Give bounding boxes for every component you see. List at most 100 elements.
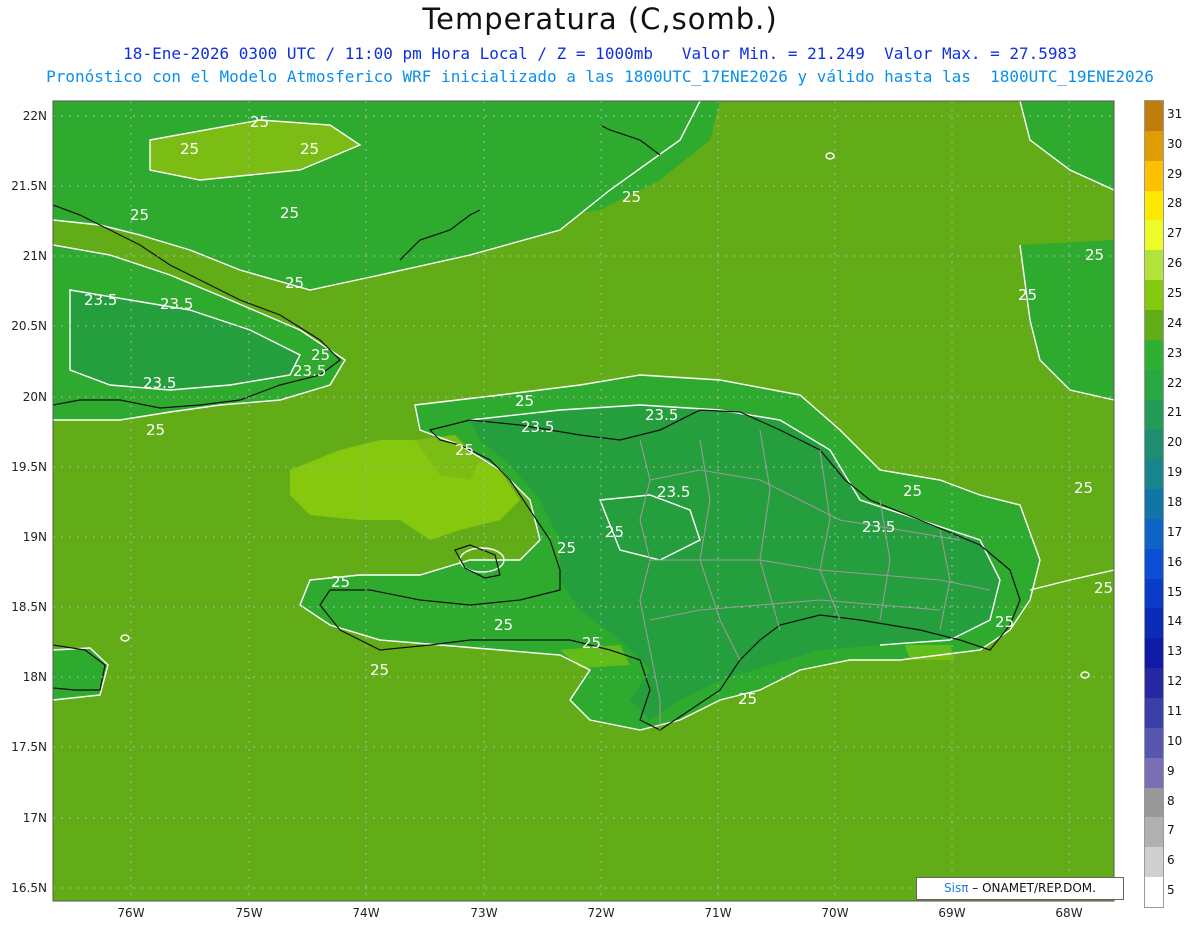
colorbar-label: 7 [1167,823,1175,838]
contour-label: 25 [300,140,319,158]
colorbar-label: 22 [1167,375,1183,390]
colorbar-swatch [1145,877,1163,908]
contour-label: 25 [738,690,757,708]
contour-label: 23.5 [645,406,678,424]
colorbar-swatch [1145,847,1163,878]
credit-box: Sisπ – ONAMET/REP.DOM. [916,877,1124,900]
colorbar-label: 26 [1167,256,1183,271]
colorbar-swatch [1145,518,1163,550]
colorbar-label: 18 [1167,495,1183,509]
colorbar-swatch [1145,668,1163,699]
contour-label: 25 [903,482,922,500]
contour-label: 25 [311,346,330,364]
lat-label: 16.5N [11,881,47,895]
colorbar-label: 23 [1167,345,1183,360]
lon-label: 72W [587,906,614,920]
colorbar-swatch [1145,280,1163,311]
contour-label: 25 [455,441,474,459]
colorbar-swatch [1145,578,1163,609]
contour-label: 25 [1018,286,1037,304]
lon-label: 75W [235,906,262,920]
colorbar-swatch [1145,698,1163,729]
colorbar-label: 12 [1167,674,1183,689]
lat-label: 21N [23,249,47,263]
contour-label: 25 [995,613,1014,631]
contour-label: 25 [605,523,624,541]
colorbar-label: 30 [1167,136,1183,151]
colorbar-swatch [1145,638,1163,669]
colorbar-label: 6 [1167,853,1175,868]
colorbar-swatch [1145,727,1163,759]
contour-label: 25 [180,140,199,158]
colorbar-swatch [1145,548,1163,580]
contour-label: 25 [494,616,513,634]
colorbar-label: 9 [1167,763,1175,778]
colorbar-label: 19 [1167,465,1183,480]
contour-label: 25 [370,661,389,679]
colorbar-label: 31 [1167,106,1183,121]
colorbar-swatch [1145,220,1163,251]
lat-label: 20N [23,390,47,404]
colorbar-label: 25 [1167,286,1183,301]
colorbar-label: 13 [1167,644,1183,659]
colorbar-label: 17 [1167,524,1183,539]
colorbar-swatch [1145,608,1163,639]
contour-label: 23.5 [862,518,895,536]
lat-label: 17N [23,811,47,825]
lat-label: 20.5N [11,319,47,333]
contour-label: 25 [280,204,299,222]
lon-label: 70W [821,906,848,920]
colorbar-swatch [1145,160,1163,192]
colorbar-label: 5 [1167,883,1175,898]
colorbar-swatch [1145,399,1163,430]
lat-label: 18.5N [11,600,47,614]
lon-label: 69W [938,906,965,920]
contour-label: 23.5 [521,418,554,436]
contour-label: 23.5 [657,483,690,501]
colorbar-swatch [1145,787,1163,818]
contour-label: 25 [622,188,641,206]
credit-text: – ONAMET/REP.DOM. [968,881,1096,895]
colorbar-label: 14 [1167,614,1183,629]
colorbar-swatch [1145,101,1163,132]
contour-label: 23.5 [293,362,326,380]
colorbar-label: 24 [1167,315,1183,330]
contour-label: 25 [146,421,165,439]
forecast-map: 25 25 25 25 25 25 25 23.5 23.5 23.5 25 2… [11,100,1115,920]
colorbar-label: 10 [1167,733,1183,748]
lat-label: 22N [23,109,47,123]
lat-label: 18N [23,670,47,684]
colorbar-label: 28 [1167,196,1183,211]
contour-label: 25 [250,113,269,131]
lat-label: 19N [23,530,47,544]
colorbar-label: 16 [1167,554,1183,569]
contour-label: 23.5 [160,295,193,313]
colorbar-label: 11 [1167,703,1183,718]
colorbar-swatch [1145,817,1163,848]
colorbar-swatch [1145,757,1163,789]
colorbar-swatch [1145,339,1163,371]
colorbar-swatch [1145,130,1163,162]
colorbar [1144,100,1164,908]
lon-label: 71W [704,906,731,920]
colorbar-label: 29 [1167,166,1183,181]
contour-label: 25 [1094,579,1113,597]
sis-logo: Sisπ [944,881,969,895]
colorbar-swatch [1145,459,1163,490]
contour-label: 23.5 [84,291,117,309]
colorbar-swatch [1145,309,1163,341]
colorbar-label: 27 [1167,226,1183,241]
contour-label: 25 [1085,246,1104,264]
lon-label: 76W [117,906,144,920]
contour-label: 25 [515,392,534,410]
lon-label: 73W [470,906,497,920]
contour-label: 25 [331,573,350,591]
lat-label: 21.5N [11,179,47,193]
contour-label: 25 [285,274,304,292]
contour-label: 23.5 [143,374,176,392]
lat-label: 17.5N [11,740,47,754]
colorbar-swatch [1145,250,1163,281]
lon-label: 68W [1055,906,1082,920]
colorbar-swatch [1145,369,1163,400]
colorbar-swatch [1145,190,1163,221]
